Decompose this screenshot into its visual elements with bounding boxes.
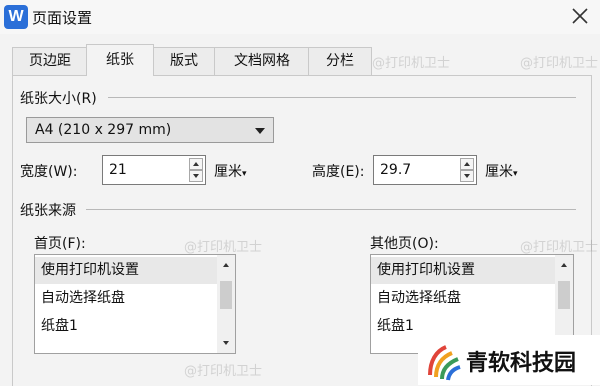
watermark-text: @打印机卫士: [184, 240, 263, 255]
first-page-label: 首页(F):: [34, 236, 86, 252]
arrow-down-icon: [193, 174, 199, 178]
height-unit-label: 厘米: [485, 164, 513, 180]
caret-down-icon: ▾: [513, 169, 518, 179]
section-divider: [108, 97, 576, 98]
width-input[interactable]: 21: [102, 155, 206, 185]
chevron-down-icon: [255, 128, 265, 134]
height-label: 高度(E):: [312, 164, 365, 180]
scroll-up-icon[interactable]: [223, 263, 229, 267]
arrow-down-icon: [464, 174, 470, 178]
width-unit-dropdown[interactable]: 厘米▾: [214, 161, 247, 181]
caret-down-icon: ▾: [242, 169, 247, 179]
watermark-text: @打印机卫士: [372, 56, 451, 71]
width-label: 宽度(W):: [20, 164, 78, 180]
arrow-up-icon: [464, 162, 470, 166]
watermark-text: @打印机卫士: [520, 240, 599, 255]
width-decrement-button[interactable]: [189, 170, 203, 182]
scroll-down-icon[interactable]: [223, 341, 229, 345]
first-page-listbox[interactable]: 使用打印机设置 自动选择纸盘 纸盘1: [34, 254, 236, 354]
tab-layout[interactable]: 版式: [152, 47, 216, 75]
tab-paper[interactable]: 纸张: [86, 44, 154, 76]
height-decrement-button[interactable]: [460, 170, 474, 182]
tab-margins[interactable]: 页边距: [12, 47, 88, 75]
height-unit-dropdown[interactable]: 厘米▾: [485, 161, 518, 181]
brand-logo-icon: [428, 345, 461, 381]
list-item[interactable]: 纸盘1: [35, 313, 217, 340]
title-bar: W 页面设置: [0, 0, 600, 34]
brand-logo: 青软科技园: [418, 335, 600, 385]
watermark-text: @打印机卫士: [520, 56, 599, 71]
wps-app-icon: W: [4, 5, 28, 29]
arrow-up-icon: [193, 162, 199, 166]
scroll-thumb[interactable]: [558, 281, 570, 309]
close-icon[interactable]: [570, 6, 590, 26]
width-increment-button[interactable]: [189, 158, 203, 170]
paper-size-heading: 纸张大小(R): [20, 91, 97, 107]
list-item[interactable]: 使用打印机设置: [35, 257, 217, 284]
scroll-up-icon[interactable]: [561, 263, 567, 267]
height-input[interactable]: 29.7: [373, 155, 477, 185]
scroll-thumb[interactable]: [220, 281, 232, 309]
section-divider: [86, 209, 576, 210]
other-pages-label: 其他页(O):: [370, 236, 439, 252]
dialog-title: 页面设置: [32, 9, 93, 27]
paper-size-value: A4 (210 x 297 mm): [35, 122, 172, 138]
height-value: 29.7: [380, 162, 412, 178]
paper-size-dropdown[interactable]: A4 (210 x 297 mm): [26, 117, 274, 143]
watermark-text: @打印机卫士: [184, 364, 263, 379]
list-item[interactable]: 自动选择纸盘: [371, 285, 555, 312]
tab-document-grid[interactable]: 文档网格: [214, 47, 310, 75]
height-increment-button[interactable]: [460, 158, 474, 170]
width-unit-label: 厘米: [214, 164, 242, 180]
list-item[interactable]: 自动选择纸盘: [35, 285, 217, 312]
tab-columns[interactable]: 分栏: [308, 47, 372, 75]
width-value: 21: [109, 162, 127, 178]
list-item[interactable]: 使用打印机设置: [371, 257, 555, 284]
scrollbar[interactable]: [217, 255, 235, 353]
brand-logo-text: 青软科技园: [466, 351, 577, 376]
paper-source-heading: 纸张来源: [20, 203, 76, 219]
